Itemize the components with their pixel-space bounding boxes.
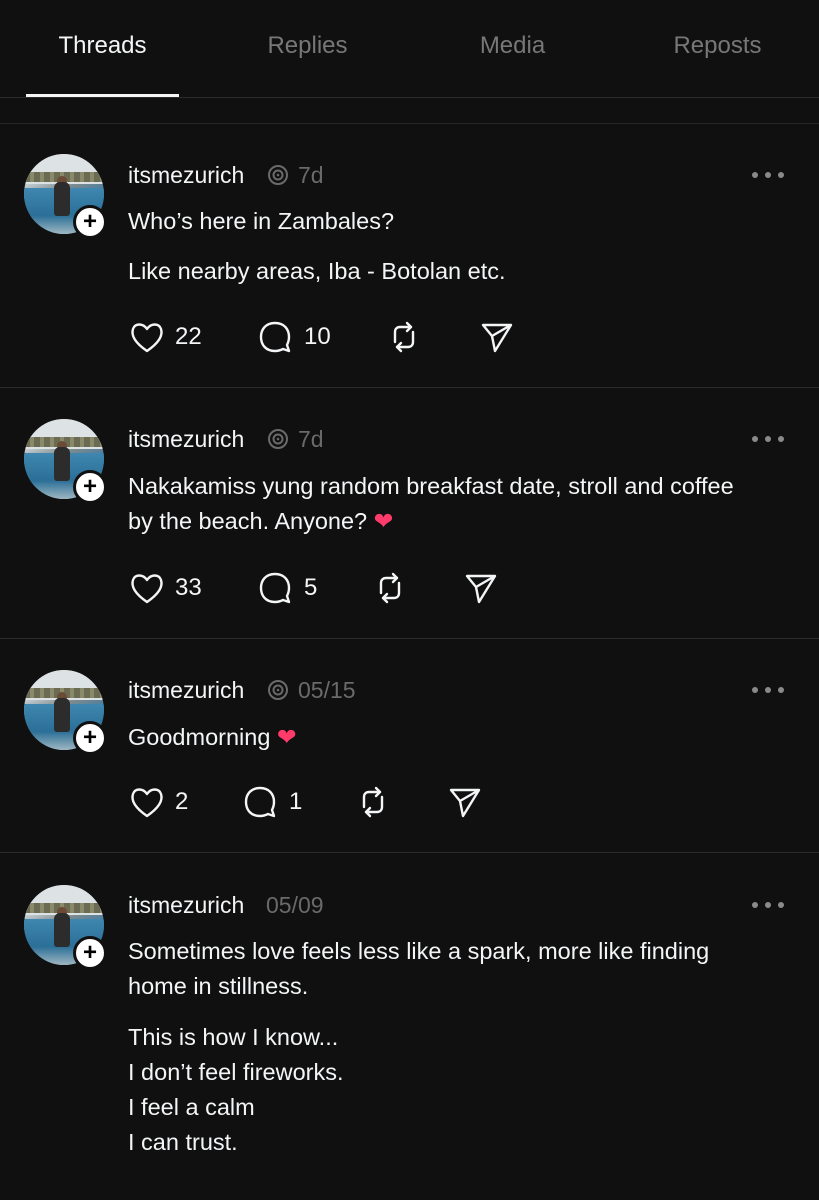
plus-icon[interactable]: + [73, 936, 107, 970]
post-text: Goodmorning ❤ [128, 724, 297, 750]
rethread-icon [268, 165, 288, 185]
post-text: This is how I know... I don’t feel firew… [128, 1024, 344, 1155]
tab-threads[interactable]: Threads [0, 30, 205, 64]
heart-outline-icon[interactable] [128, 783, 166, 821]
username[interactable]: itsmezurich [128, 675, 244, 705]
like-count: 33 [175, 574, 202, 601]
active-tab-indicator [26, 94, 179, 97]
comment-bubble-icon[interactable] [256, 318, 294, 356]
post-time: 05/09 [266, 892, 324, 918]
plus-icon[interactable]: + [73, 205, 107, 239]
username[interactable]: itsmezurich [128, 160, 244, 190]
reply-count: 1 [289, 788, 303, 815]
profile-tabs: Threads Replies Media Reposts [0, 0, 819, 98]
comment-bubble-icon[interactable] [241, 783, 279, 821]
post-text: Sometimes love feels less like a spark, … [128, 938, 710, 999]
plus-icon[interactable]: + [73, 721, 107, 755]
like-count: 22 [175, 323, 202, 350]
username[interactable]: itsmezurich [128, 890, 244, 920]
more-dots-icon[interactable] [752, 900, 786, 910]
repost-icon[interactable] [385, 318, 423, 356]
like-count: 2 [175, 788, 189, 815]
reply-count: 5 [304, 574, 318, 601]
post-time: 7d [298, 426, 324, 452]
more-dots-icon[interactable] [752, 685, 786, 695]
heart-emoji-icon: ❤ [276, 724, 297, 750]
heart-outline-icon[interactable] [128, 569, 166, 607]
repost-icon[interactable] [354, 783, 392, 821]
heart-emoji-icon: ❤ [373, 508, 394, 534]
post-text: Nakakamiss yung random breakfast date, s… [128, 473, 734, 534]
divider [0, 387, 819, 388]
send-icon[interactable] [462, 569, 500, 607]
divider [0, 638, 819, 639]
rethread-icon [268, 429, 288, 449]
post-text: Who’s here in Zambales? [128, 208, 395, 234]
post-time: 05/15 [298, 677, 356, 703]
send-icon[interactable] [478, 318, 516, 356]
more-dots-icon[interactable] [752, 170, 786, 180]
tab-media[interactable]: Media [410, 30, 615, 64]
comment-bubble-icon[interactable] [256, 569, 294, 607]
plus-icon[interactable]: + [73, 470, 107, 504]
tab-replies[interactable]: Replies [205, 30, 410, 64]
more-dots-icon[interactable] [752, 434, 786, 444]
tab-reposts[interactable]: Reposts [615, 30, 819, 64]
divider [0, 123, 819, 124]
repost-icon[interactable] [371, 569, 409, 607]
heart-outline-icon[interactable] [128, 318, 166, 356]
post-time: 7d [298, 162, 324, 188]
username[interactable]: itsmezurich [128, 424, 244, 454]
post-text: Like nearby areas, Iba - Botolan etc. [128, 258, 506, 284]
reply-count: 10 [304, 323, 331, 350]
divider [0, 852, 819, 853]
rethread-icon [268, 680, 288, 700]
send-icon[interactable] [446, 783, 484, 821]
